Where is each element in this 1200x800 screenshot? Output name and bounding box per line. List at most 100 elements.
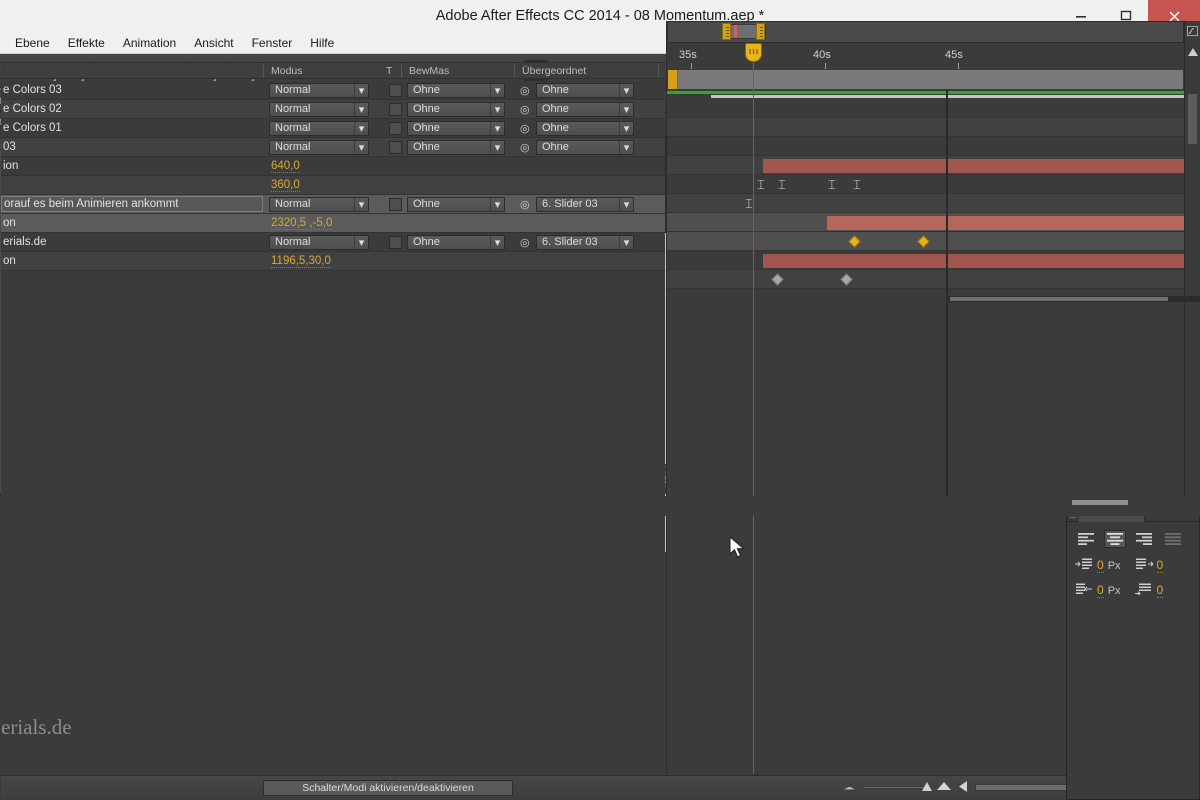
band-start-cap[interactable] (668, 70, 678, 89)
chevron-down-icon[interactable]: ▾ (354, 121, 368, 135)
keyframe-diamond-icon[interactable] (771, 273, 784, 286)
work-area-bar[interactable] (667, 21, 1184, 43)
preserve-transparency-checkbox[interactable] (389, 140, 402, 154)
track-matte-select[interactable]: Ohne ▾ (407, 82, 505, 98)
timeline-scrollbar-thumb[interactable] (1187, 93, 1198, 145)
keyframe-hold-icon[interactable]: ⌶ (853, 178, 861, 191)
track-matte-select[interactable]: Ohne ▾ (407, 196, 505, 212)
parent-pickwhip-icon[interactable]: ◎ (520, 141, 530, 154)
property-value[interactable]: 1196,5,30,0 (271, 255, 331, 268)
parent-select[interactable]: Ohne ▾ (536, 139, 634, 155)
keyframe-hold-icon[interactable]: ⌶ (745, 197, 753, 210)
menu-item-ansicht[interactable]: Ansicht (185, 32, 242, 54)
property-value[interactable]: 2320,5 ,-5,0 (271, 217, 333, 230)
column-header-t[interactable]: T (386, 65, 392, 77)
chevron-down-icon[interactable]: ▾ (490, 140, 504, 154)
chevron-down-icon[interactable]: ▾ (619, 102, 633, 116)
track-matte-select[interactable]: Ohne ▾ (407, 101, 505, 117)
work-area-start-handle[interactable] (722, 23, 731, 40)
current-time-indicator[interactable] (745, 43, 762, 62)
track-row[interactable] (667, 270, 1184, 289)
property-value[interactable]: 360,0 (271, 179, 300, 192)
menu-item-hilfe[interactable]: Hilfe (301, 32, 343, 54)
layer-name[interactable]: e Colors 02 (1, 103, 263, 115)
work-area-end-handle[interactable] (756, 23, 765, 40)
property-value[interactable]: 640,0 (271, 160, 300, 173)
layer-name[interactable]: e Colors 03 (1, 84, 263, 96)
property-name[interactable]: ion (1, 160, 263, 172)
zoom-slider-knob[interactable] (922, 782, 932, 791)
preserve-transparency-checkbox[interactable] (389, 235, 402, 249)
keyframe-hold-icon[interactable]: ⌶ (778, 178, 786, 191)
column-header-bewmas[interactable]: BewMas (409, 65, 449, 77)
column-header-uebergeordnet[interactable]: Übergeordnet (522, 65, 586, 77)
chevron-down-icon[interactable]: ▾ (490, 235, 504, 249)
preserve-transparency-checkbox[interactable] (389, 121, 402, 135)
menu-item-animation[interactable]: Animation (114, 32, 185, 54)
scroll-left-icon[interactable] (959, 780, 968, 795)
layer-clip-bar[interactable] (763, 159, 1184, 173)
scroll-up-icon[interactable] (1185, 45, 1200, 59)
keyframe-diamond-icon[interactable] (848, 235, 861, 248)
property-name[interactable]: on (1, 255, 263, 267)
chevron-down-icon[interactable]: ▾ (490, 197, 504, 211)
track-matte-select[interactable]: Ohne ▾ (407, 139, 505, 155)
chevron-down-icon[interactable]: ▾ (354, 140, 368, 154)
space-after-value[interactable]: 0 (1156, 583, 1164, 598)
toggle-switches-modes-button[interactable]: Schalter/Modi aktivieren/deaktivieren (263, 779, 513, 796)
comp-mini-flowchart-icon[interactable] (1187, 23, 1198, 39)
parent-select[interactable]: 6. Slider 03 ▾ (536, 234, 634, 250)
keyframe-diamond-icon[interactable] (917, 235, 930, 248)
layer-clip-bar[interactable] (827, 216, 1184, 230)
chevron-down-icon[interactable]: ▾ (490, 83, 504, 97)
indent-left-value[interactable]: 0 (1097, 558, 1104, 573)
parent-select[interactable]: Ohne ▾ (536, 101, 634, 117)
preserve-transparency-checkbox[interactable] (389, 83, 402, 97)
timeline-duration-band[interactable] (667, 69, 1184, 90)
column-header-modus[interactable]: Modus (271, 65, 303, 77)
chevron-down-icon[interactable]: ▾ (619, 83, 633, 97)
keyframe-hold-icon[interactable]: ⌶ (828, 178, 836, 191)
parent-select[interactable]: 6. Slider 03 ▾ (536, 196, 634, 212)
parent-pickwhip-icon[interactable]: ◎ (520, 122, 530, 135)
track-matte-select[interactable]: Ohne ▾ (407, 120, 505, 136)
table-row[interactable]: 360,0 (1, 176, 665, 195)
panel-seam[interactable] (946, 90, 948, 496)
keyframe-hold-icon[interactable]: ⌶ (757, 178, 765, 191)
align-center-icon[interactable] (1104, 530, 1126, 548)
zoom-in-icon[interactable] (936, 781, 952, 794)
track-matte-select[interactable]: Ohne ▾ (407, 234, 505, 250)
table-row[interactable]: e Colors 01 Normal ▾ Ohne ▾ ◎ Ohne ▾ (1, 119, 665, 138)
parent-pickwhip-icon[interactable]: ◎ (520, 198, 530, 211)
chevron-down-icon[interactable]: ▾ (354, 235, 368, 249)
table-row[interactable]: erials.de Normal ▾ Ohne ▾ ◎ 6. Slider 03… (1, 233, 665, 252)
property-name[interactable]: on (1, 217, 263, 229)
track-row[interactable] (667, 213, 1184, 232)
layer-name[interactable]: 03 (1, 141, 263, 153)
blend-mode-select[interactable]: Normal ▾ (269, 196, 369, 212)
layer-name[interactable]: e Colors 01 (1, 122, 263, 134)
chevron-down-icon[interactable]: ▾ (490, 102, 504, 116)
parent-pickwhip-icon[interactable]: ◎ (520, 84, 530, 97)
indent-first-value[interactable]: 0 (1097, 583, 1104, 598)
chevron-down-icon[interactable]: ▾ (619, 197, 633, 211)
zoom-slider-track[interactable] (863, 782, 932, 791)
table-row[interactable]: on 2320,5 ,-5,0 (1, 214, 665, 233)
layer-name[interactable]: orauf es beim Animieren ankommt (1, 196, 263, 212)
blend-mode-select[interactable]: Normal ▾ (269, 139, 369, 155)
indent-right-value[interactable]: 0 (1156, 558, 1164, 573)
track-row[interactable] (667, 232, 1184, 251)
table-row[interactable]: 03 Normal ▾ Ohne ▾ ◎ Ohne ▾ (1, 138, 665, 157)
align-left-icon[interactable] (1075, 530, 1097, 548)
parent-select[interactable]: Ohne ▾ (536, 120, 634, 136)
track-row[interactable] (667, 137, 1184, 156)
absatz-scroll-indicator[interactable] (1072, 500, 1128, 505)
track-row[interactable]: ⌶ ⌶ ⌶ ⌶ (667, 175, 1184, 194)
zoom-out-icon[interactable] (843, 782, 856, 794)
track-row[interactable] (667, 99, 1184, 118)
keyframe-diamond-icon[interactable] (840, 273, 853, 286)
preview-scroll-thumb[interactable] (950, 297, 1168, 301)
table-row[interactable]: orauf es beim Animieren ankommt Normal ▾… (1, 195, 665, 214)
blend-mode-select[interactable]: Normal ▾ (269, 234, 369, 250)
table-row[interactable]: e Colors 03 Normal ▾ Ohne ▾ ◎ Ohne ▾ (1, 81, 665, 100)
